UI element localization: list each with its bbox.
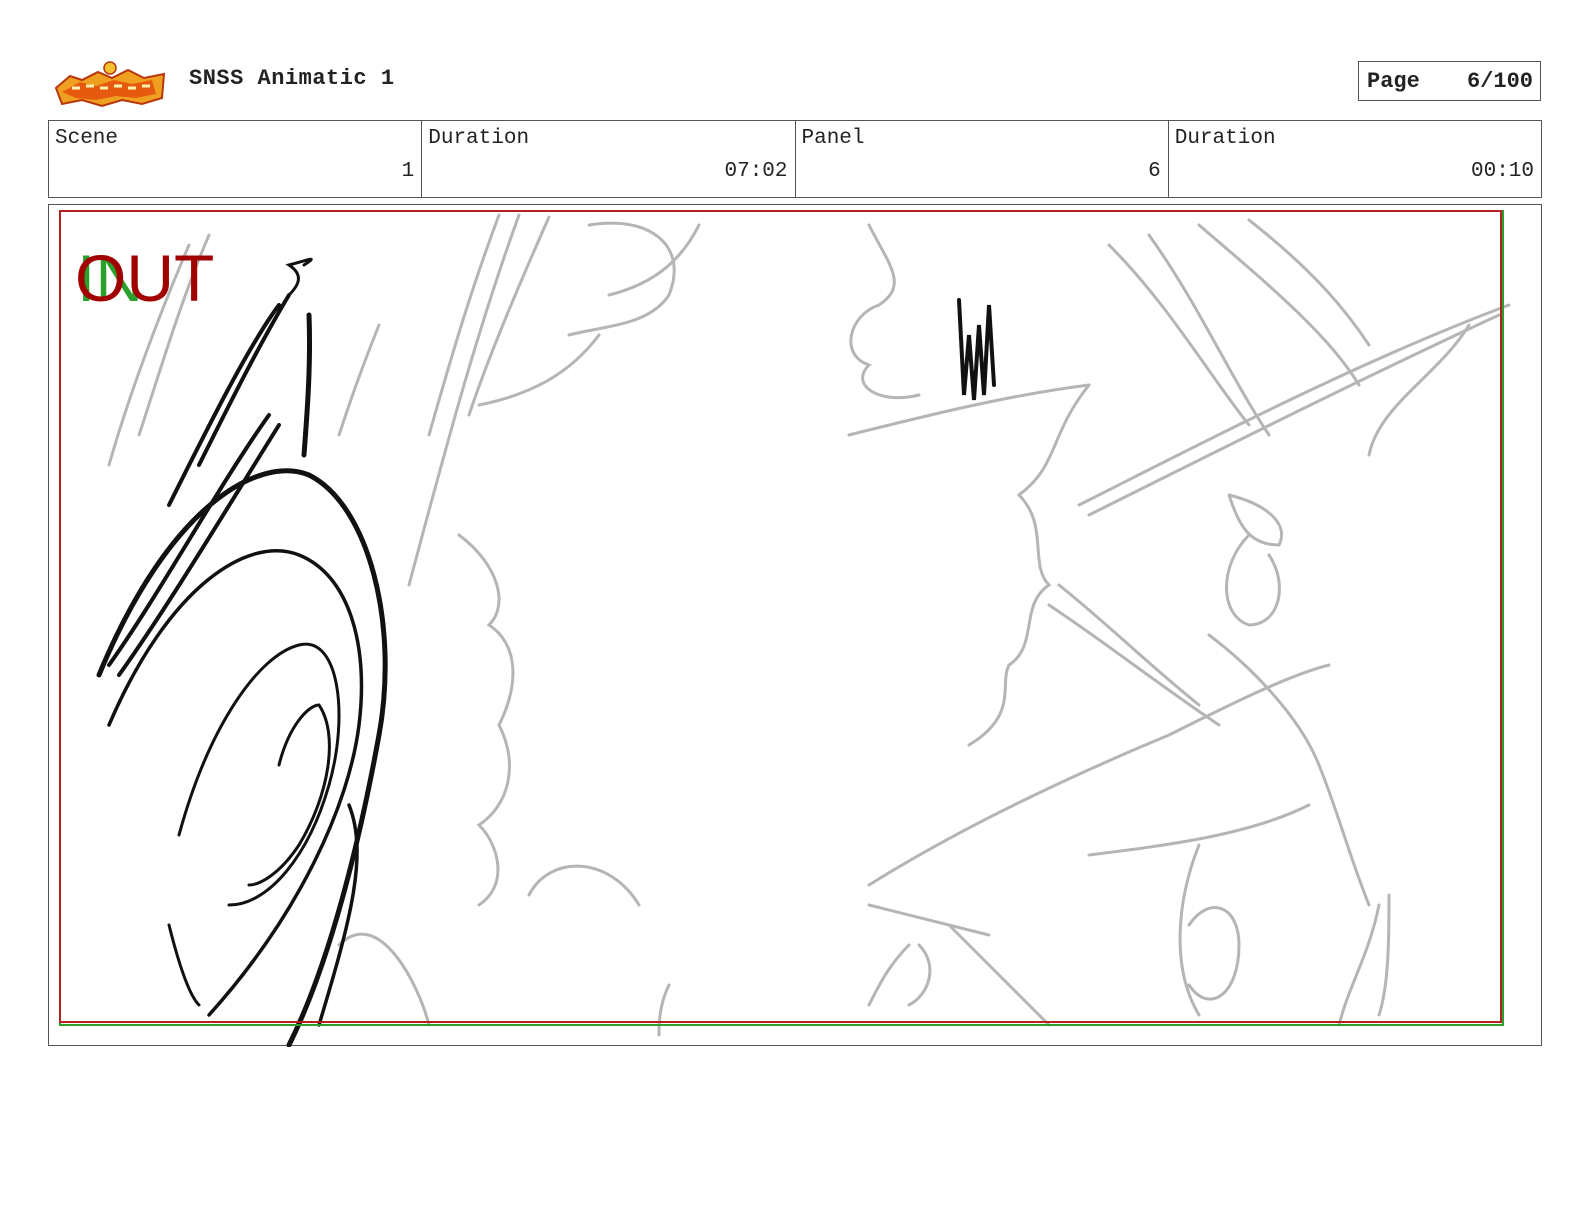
panel-info-table: Scene 1 Duration 07:02 Panel 6 Duration … bbox=[48, 120, 1542, 198]
in-frame-guide bbox=[59, 210, 1504, 1026]
background-sketch bbox=[107, 213, 1511, 1037]
panel-duration-value: 00:10 bbox=[1470, 160, 1534, 183]
scene-cell: Scene 1 bbox=[49, 121, 423, 197]
page-number: 6/100 bbox=[1466, 69, 1533, 94]
scene-label: Scene bbox=[55, 127, 119, 150]
panel-duration-label: Duration bbox=[1174, 127, 1276, 150]
storyboard-panel: IN OUT bbox=[48, 204, 1542, 1047]
page-indicator: Page 6/100 bbox=[1358, 61, 1541, 101]
page-label: Page bbox=[1367, 69, 1420, 94]
scene-duration-value: 07:02 bbox=[724, 160, 788, 183]
panel-sketch: IN OUT bbox=[59, 210, 1511, 1047]
scene-duration-cell: Duration 07:02 bbox=[422, 121, 796, 197]
out-marker: OUT bbox=[75, 241, 214, 315]
panel-duration-cell: Duration 00:10 bbox=[1169, 121, 1541, 197]
foreground-sketch bbox=[96, 257, 996, 1047]
panel-value: 6 bbox=[1148, 160, 1161, 183]
scene-duration-label: Duration bbox=[428, 127, 530, 150]
scene-value: 1 bbox=[401, 160, 415, 183]
panel-cell: Panel 6 bbox=[796, 121, 1169, 197]
out-frame-guide bbox=[59, 210, 1502, 1023]
show-logo bbox=[52, 58, 170, 108]
document-title: SNSS Animatic 1 bbox=[189, 66, 395, 91]
panel-label: Panel bbox=[801, 127, 865, 150]
